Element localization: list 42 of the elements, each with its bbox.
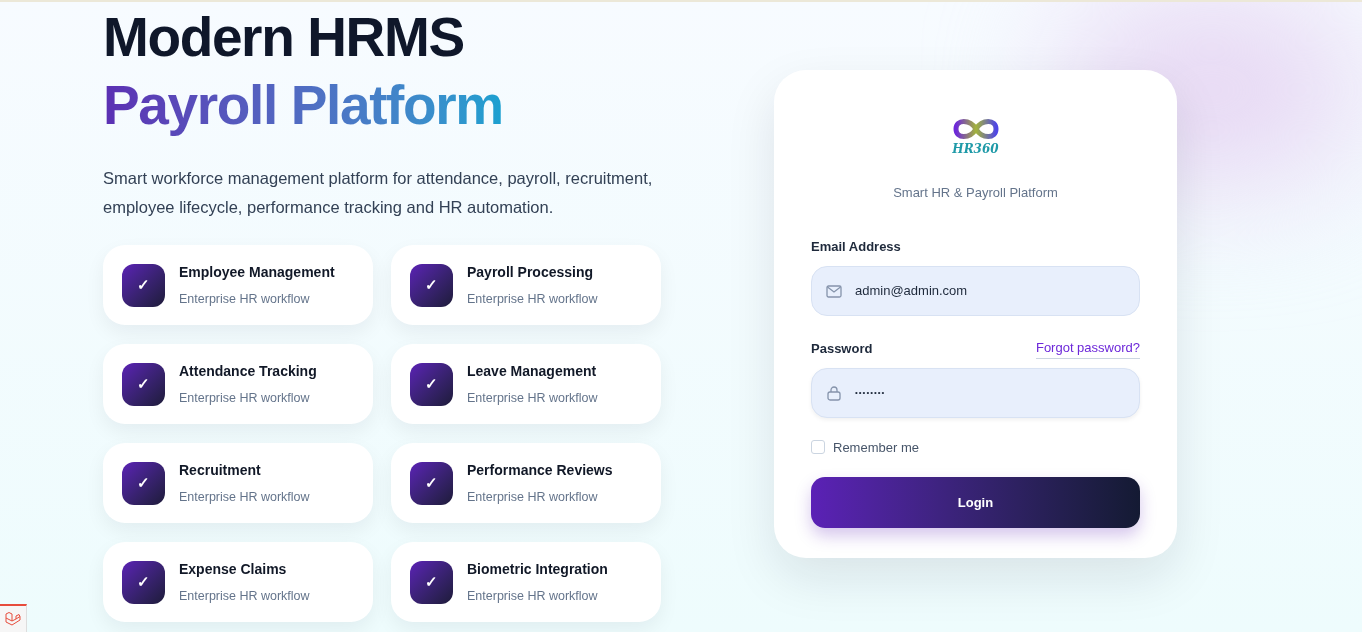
feature-subtitle: Enterprise HR workflow: [467, 587, 599, 605]
debug-bar-tab[interactable]: [0, 604, 27, 632]
feature-subtitle: Enterprise HR workflow: [467, 290, 598, 308]
forgot-password-link[interactable]: Forgot password?: [1035, 338, 1140, 359]
feature-title: Attendance Tracking: [179, 361, 317, 381]
check-badge: ✓: [410, 263, 453, 307]
feature-title: Expense Claims: [179, 559, 288, 579]
feature-subtitle: Enterprise HR workflow: [179, 488, 310, 506]
check-badge: ✓: [122, 560, 165, 604]
feature-subtitle: Enterprise HR workflow: [179, 290, 311, 308]
hero-title: Modern HRMS: [103, 5, 465, 70]
check-badge: ✓: [122, 263, 165, 307]
password-value: ••••••••: [855, 386, 886, 399]
login-button[interactable]: Login: [811, 477, 1140, 528]
hero-description: Smart workforce management platform for attendance, payroll, recruitment, employee lifecycle, performance tracking and HR automation.: [103, 168, 654, 218]
lock-icon: [826, 384, 842, 401]
tagline: Smart HR & Payroll Platform: [893, 184, 1058, 202]
feature-title: Performance Reviews: [467, 460, 613, 480]
feature-subtitle: Enterprise HR workflow: [179, 389, 311, 407]
email-field[interactable]: admin@admin.com: [811, 266, 1140, 316]
feature-subtitle: Enterprise HR workflow: [467, 389, 598, 407]
laravel-logo-icon: [5, 611, 21, 627]
check-badge: ✓: [122, 461, 165, 505]
password-label: Password: [811, 339, 873, 358]
check-badge: ✓: [410, 461, 453, 505]
check-badge: ✓: [122, 362, 165, 406]
password-field[interactable]: ••••••••: [811, 367, 1140, 418]
feature-title: Leave Management: [467, 361, 598, 381]
remember-label: Remember me: [833, 438, 919, 457]
remember-checkbox[interactable]: [811, 440, 825, 455]
feature-title: Recruitment: [179, 460, 262, 480]
feature-title: Payroll Processing: [467, 262, 595, 282]
check-badge: ✓: [410, 560, 453, 604]
mail-icon: [826, 284, 842, 298]
email-label: Email Address: [811, 237, 902, 256]
feature-title: Biometric Integration: [467, 559, 608, 579]
check-badge: ✓: [410, 362, 453, 406]
email-value: admin@admin.com: [855, 282, 968, 301]
feature-subtitle: Enterprise HR workflow: [467, 488, 599, 506]
feature-title: Employee Management: [179, 262, 335, 282]
feature-subtitle: Enterprise HR workflow: [179, 587, 310, 605]
logo-text: HR360: [952, 143, 999, 155]
